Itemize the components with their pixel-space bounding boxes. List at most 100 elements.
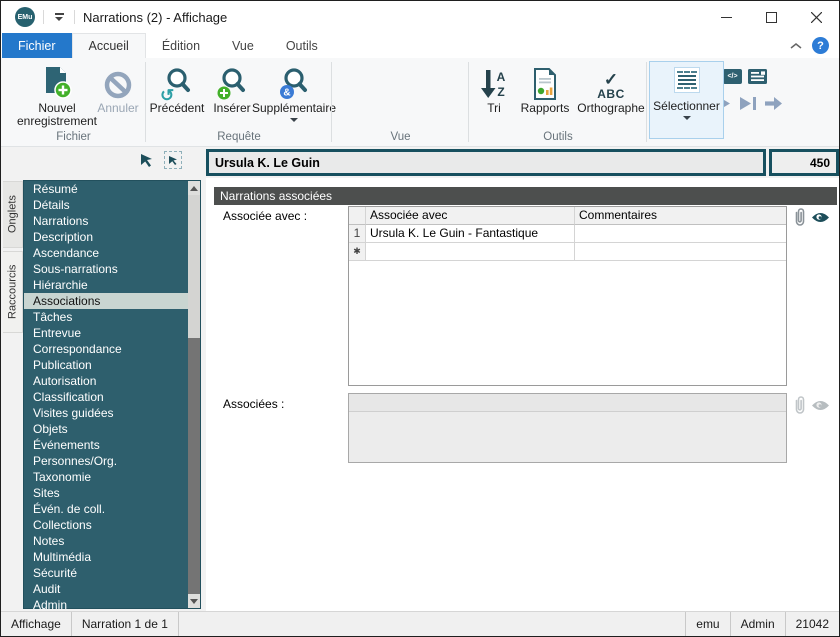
sidebar-item-even-de-coll[interactable]: Évén. de coll. [24, 501, 200, 517]
previous-button[interactable]: ↺ Précédent [146, 62, 208, 115]
ribbon-group-vue: </> Vue [332, 58, 782, 146]
sidebar-item-objets[interactable]: Objets [24, 421, 200, 437]
sidebar-item-details[interactable]: Détails [24, 197, 200, 213]
sidebar-item-collections[interactable]: Collections [24, 517, 200, 533]
row-number-header[interactable] [349, 207, 366, 225]
select-button[interactable]: Sélectionner [649, 61, 724, 139]
sidebar-item-sous-narrations[interactable]: Sous-narrations [24, 261, 200, 277]
new-record-button[interactable]: Nouvel enregistrement [15, 62, 99, 128]
sidebar-item-description[interactable]: Description [24, 229, 200, 245]
record-number-field[interactable]: 450 [769, 149, 839, 176]
view-attachment-eye-icon[interactable] [811, 211, 830, 224]
insert-button[interactable]: Insérer [208, 62, 256, 115]
sidebar-item-sites[interactable]: Sites [24, 485, 200, 501]
sidebar-item-correspondance[interactable]: Correspondance [24, 341, 200, 357]
associee-avec-new-cell[interactable] [366, 243, 575, 261]
additional-search-icon: & [279, 62, 309, 100]
quick-access-dropdown-icon[interactable] [52, 13, 66, 21]
emu-logo-icon: EMu [15, 7, 35, 27]
scrollbar-thumb[interactable] [188, 195, 200, 338]
sidebar-item-multimedia[interactable]: Multimédia [24, 549, 200, 565]
sidebar-item-publication[interactable]: Publication [24, 357, 200, 373]
group-label-fichier: Fichier [56, 131, 91, 143]
scroll-down-icon[interactable] [188, 594, 200, 608]
app-window: EMu Narrations (2) - Affichage Fichier A… [0, 0, 840, 637]
sidebar-item-hierarchie[interactable]: Hiérarchie [24, 277, 200, 293]
main-area: Onglets Raccourcis Résumé Détails Narrat… [1, 178, 839, 612]
scroll-up-icon[interactable] [188, 181, 200, 195]
sidebar-item-ascendance[interactable]: Ascendance [24, 245, 200, 261]
new-row-marker: ✱ [349, 243, 366, 261]
sidebar-item-narrations[interactable]: Narrations [24, 213, 200, 229]
sidebar-item-taches[interactable]: Tâches [24, 309, 200, 325]
table-new-row: ✱ [349, 243, 786, 261]
tab-outils[interactable]: Outils [270, 33, 334, 58]
reverse-association-table-disabled [348, 393, 787, 463]
associated-label: Associées : [223, 397, 285, 411]
close-button[interactable] [794, 1, 839, 33]
sidebar-item-evenements[interactable]: Événements [24, 437, 200, 453]
cancel-button: Annuler [95, 62, 141, 115]
goto-record-icon [765, 97, 782, 110]
spelling-button[interactable]: ✓ ABC Orthographe [575, 62, 647, 115]
side-tab-raccourcis[interactable]: Raccourcis [3, 251, 23, 333]
commentaires-cell[interactable] [575, 225, 786, 243]
sidebar-item-personnes-org[interactable]: Personnes/Org. [24, 453, 200, 469]
status-bar: Affichage Narration 1 de 1 emu Admin 210… [1, 611, 839, 636]
side-tab-onglets[interactable]: Onglets [3, 181, 23, 248]
record-bar: Ursula K. Le Guin 450 [1, 147, 839, 178]
ribbon-tab-bar: Fichier Accueil Édition Vue Outils ? [1, 33, 839, 58]
ribbon-group-requete: ↺ Précédent Insérer & Supplémentaire Req… [146, 58, 336, 146]
group-label-vue: Vue [390, 131, 411, 143]
sort-icon: A Z [480, 62, 508, 100]
commentaires-new-cell[interactable] [575, 243, 786, 261]
select-record-icon[interactable] [164, 151, 182, 169]
last-record-icon [740, 97, 756, 110]
sidebar-item-resume[interactable]: Résumé [24, 181, 200, 197]
sidebar-item-autorisation[interactable]: Autorisation [24, 373, 200, 389]
cancel-icon [103, 62, 133, 100]
maximize-button[interactable] [749, 1, 794, 33]
sort-button[interactable]: A Z Tri [473, 62, 515, 115]
help-button[interactable]: ? [812, 37, 829, 54]
collapse-ribbon-icon[interactable] [790, 42, 802, 50]
tab-edition[interactable]: Édition [146, 33, 216, 58]
minimize-button[interactable] [704, 1, 749, 33]
code-view-icon[interactable]: </> [723, 68, 742, 85]
additional-button[interactable]: & Supplémentaire [252, 62, 336, 122]
table-row: 1 Ursula K. Le Guin - Fantastique [349, 225, 786, 243]
tab-fichier[interactable]: Fichier [2, 33, 72, 58]
reports-icon [532, 62, 558, 100]
tab-content-panel: Narrations associées Associée avec : Ass… [206, 178, 839, 611]
sidebar-item-entrevue[interactable]: Entrevue [24, 325, 200, 341]
pointer-cursor-icon[interactable] [139, 152, 154, 168]
divider [43, 10, 44, 24]
sidebar-scrollbar[interactable] [188, 181, 200, 608]
status-mode: Affichage [1, 612, 72, 636]
column-header-associee-avec[interactable]: Associée avec [366, 207, 575, 225]
divider [74, 10, 75, 24]
sidebar-item-audit[interactable]: Audit [24, 581, 200, 597]
sidebar-item-notes[interactable]: Notes [24, 533, 200, 549]
sidebar-item-visites-guidees[interactable]: Visites guidées [24, 405, 200, 421]
record-title-field[interactable]: Ursula K. Le Guin [206, 149, 766, 176]
attach-icon[interactable] [792, 207, 808, 227]
sidebar-item-associations[interactable]: Associations [24, 293, 200, 309]
tab-vue[interactable]: Vue [216, 33, 270, 58]
details-view-icon[interactable] [748, 68, 767, 85]
status-user: Admin [729, 612, 785, 636]
sidebar-item-taxonomie[interactable]: Taxonomie [24, 469, 200, 485]
tab-list: Résumé Détails Narrations Description As… [23, 180, 201, 612]
associee-avec-cell[interactable]: Ursula K. Le Guin - Fantastique [366, 225, 575, 243]
tab-accueil[interactable]: Accueil [71, 33, 146, 58]
status-port: 21042 [784, 612, 839, 636]
reports-button[interactable]: Rapports [515, 62, 575, 115]
sidebar-item-classification[interactable]: Classification [24, 389, 200, 405]
sidebar-item-securite[interactable]: Sécurité [24, 565, 200, 581]
previous-search-icon: ↺ [160, 62, 192, 105]
new-record-icon [42, 62, 72, 100]
associated-with-label: Associée avec : [223, 209, 308, 223]
view-attachment-eye-icon-disabled [812, 400, 829, 410]
association-table: Associée avec Commentaires 1 Ursula K. L… [348, 206, 787, 386]
column-header-commentaires[interactable]: Commentaires [575, 207, 786, 225]
